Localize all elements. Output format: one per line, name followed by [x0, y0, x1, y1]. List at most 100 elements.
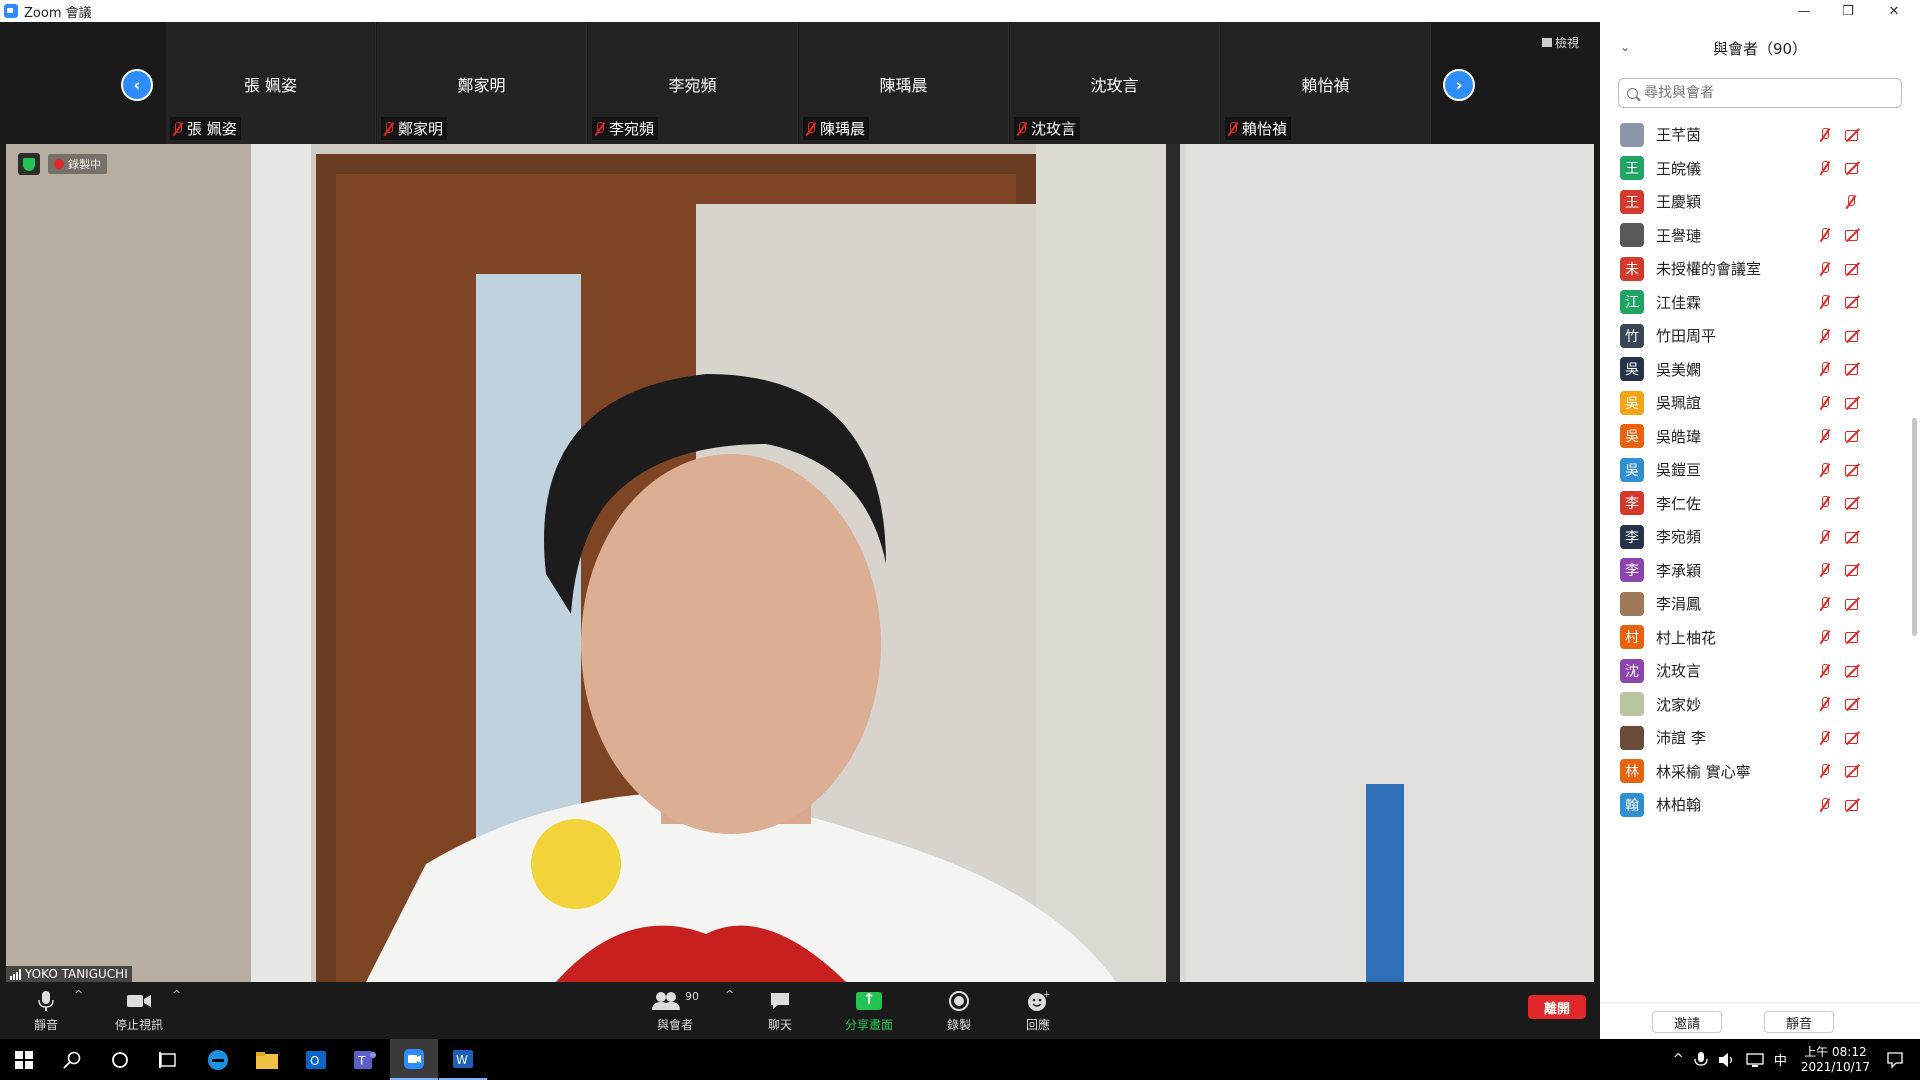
mic-muted-icon[interactable]	[1819, 596, 1831, 611]
microphone-tray-icon[interactable]	[1694, 1051, 1708, 1069]
search-input[interactable]	[1644, 85, 1884, 101]
video-off-icon[interactable]	[1845, 531, 1863, 543]
record-button[interactable]: 錄製	[914, 988, 1004, 1033]
speaker-volume-icon[interactable]	[1718, 1052, 1736, 1068]
participant-name: 李宛頻	[1656, 528, 1702, 546]
network-icon[interactable]	[1746, 1052, 1764, 1068]
participant-row[interactable]: 翰林柏翰	[1600, 784, 1912, 825]
video-off-icon[interactable]	[1845, 330, 1863, 342]
mic-muted-icon[interactable]	[1819, 496, 1831, 510]
mic-muted-icon[interactable]	[1819, 228, 1831, 242]
mic-muted-icon[interactable]	[1819, 730, 1831, 745]
tray-expand-icon[interactable]: ^	[1673, 1052, 1684, 1067]
video-off-icon[interactable]	[1845, 129, 1863, 141]
invite-button[interactable]: 邀請	[1652, 1011, 1722, 1033]
participants-options-caret[interactable]: ^	[725, 988, 734, 1001]
video-off-icon[interactable]	[1845, 564, 1863, 576]
mic-muted-icon[interactable]	[1819, 529, 1831, 544]
avatar-photo	[1620, 692, 1644, 716]
close-button[interactable]: ✕	[1874, 0, 1914, 22]
speaker-label: YOKO TANIGUCHI	[6, 966, 132, 982]
avatar: 吳	[1620, 390, 1644, 415]
video-off-icon[interactable]	[1845, 631, 1863, 643]
mic-muted-icon[interactable]	[1819, 295, 1831, 309]
avatar-photo	[1620, 725, 1644, 750]
video-off-icon[interactable]	[1845, 799, 1863, 811]
mic-muted-icon[interactable]	[1819, 563, 1831, 577]
zoom-app[interactable]	[390, 1039, 438, 1080]
participants-button[interactable]: 90 與會者	[630, 988, 720, 1033]
mic-muted-icon[interactable]	[1819, 462, 1831, 477]
video-off-icon[interactable]	[1845, 464, 1863, 476]
video-off-icon[interactable]	[1845, 363, 1863, 375]
restore-button[interactable]: ❐	[1828, 0, 1868, 22]
participant-tile[interactable]: 沈玫言 沈玫言	[1010, 22, 1220, 144]
mic-muted-icon[interactable]	[1819, 261, 1831, 276]
security-shield-icon[interactable]	[18, 153, 40, 175]
mic-muted-icon[interactable]	[1845, 194, 1857, 209]
mic-muted-icon[interactable]	[1819, 362, 1831, 376]
outlook-app[interactable]: O	[292, 1039, 340, 1080]
video-off-icon[interactable]	[1845, 430, 1863, 442]
panel-scrollbar[interactable]	[1912, 418, 1917, 636]
mic-muted-icon[interactable]	[1819, 328, 1831, 343]
mic-muted-icon[interactable]	[1819, 797, 1831, 812]
video-off-icon[interactable]	[1845, 497, 1863, 509]
recording-indicator[interactable]: 錄製中	[48, 154, 107, 174]
mic-muted-icon[interactable]	[1819, 697, 1831, 711]
ime-indicator[interactable]: 中	[1774, 1050, 1787, 1069]
participant-tile[interactable]: 陳瑀晨 陳瑀晨	[799, 22, 1009, 144]
teams-app[interactable]: T	[341, 1039, 389, 1080]
video-off-icon[interactable]	[1845, 397, 1863, 409]
chevron-down-icon[interactable]: ⌄	[1620, 40, 1630, 54]
participant-tile[interactable]: 鄭家明 鄭家明	[377, 22, 587, 144]
view-button[interactable]: 檢視	[1542, 34, 1579, 51]
video-off-icon[interactable]	[1845, 732, 1863, 744]
clock[interactable]: 上午 08:12 2021/10/17	[1801, 1045, 1870, 1075]
participant-name: 林采榆 實心寧	[1656, 762, 1751, 781]
mic-muted-icon[interactable]	[1819, 630, 1831, 644]
leave-button[interactable]: 離開	[1528, 995, 1586, 1019]
mic-muted-icon[interactable]	[1819, 127, 1831, 142]
strip-prev-button[interactable]: ‹	[121, 69, 153, 101]
mic-muted-icon[interactable]	[1819, 395, 1831, 410]
video-off-icon[interactable]	[1845, 665, 1863, 677]
video-off-icon[interactable]	[1845, 229, 1863, 241]
search-button[interactable]	[48, 1039, 96, 1080]
chat-button[interactable]: 聊天	[735, 988, 825, 1033]
mic-muted-icon[interactable]	[1819, 429, 1831, 443]
video-off-icon[interactable]	[1845, 263, 1863, 275]
video-off-icon[interactable]	[1845, 598, 1863, 610]
word-app[interactable]: W	[439, 1039, 487, 1080]
mic-muted-icon[interactable]	[1819, 663, 1831, 678]
stop-video-button[interactable]: 停止視訊	[94, 988, 184, 1033]
start-button[interactable]	[0, 1039, 48, 1080]
edge-app[interactable]	[194, 1039, 242, 1080]
participants-panel: ⌄ 與會者（90） 王芊茵王王皖儀王王慶穎王譽璉未未授權的會議室江江佳霖竹竹田周…	[1600, 22, 1920, 1039]
active-speaker-video: 錄製中 YOKO TANIGUCHI	[6, 144, 1594, 982]
video-options-caret[interactable]: ^	[172, 988, 181, 1001]
reactions-button[interactable]: + 回應	[993, 988, 1083, 1033]
video-off-icon[interactable]	[1845, 698, 1863, 710]
minimize-button[interactable]: —	[1784, 0, 1824, 22]
notifications-icon[interactable]	[1886, 1051, 1904, 1069]
participant-tile[interactable]: 張 姵姿 張 姵姿	[166, 22, 376, 144]
stop-video-label: 停止視訊	[114, 1018, 163, 1032]
participant-tile[interactable]: 賴怡禎 賴怡禎	[1221, 22, 1431, 144]
word-icon: W	[453, 1049, 473, 1068]
video-off-icon[interactable]	[1845, 296, 1863, 308]
audio-options-caret[interactable]: ^	[74, 988, 83, 1001]
task-view-button[interactable]	[144, 1039, 192, 1080]
mute-all-button[interactable]: 靜音	[1764, 1011, 1834, 1033]
share-screen-button[interactable]: 分享畫面	[824, 988, 914, 1033]
mic-muted-icon[interactable]	[1819, 161, 1831, 175]
video-off-icon[interactable]	[1845, 765, 1863, 777]
mic-muted-icon[interactable]	[1819, 764, 1831, 778]
participant-name: 沈家妙	[1656, 695, 1702, 714]
participant-search[interactable]	[1618, 78, 1902, 108]
file-explorer-app[interactable]	[243, 1039, 291, 1080]
strip-next-button[interactable]: ›	[1443, 69, 1475, 101]
participant-tile[interactable]: 李宛頻 李宛頻	[588, 22, 798, 144]
cortana-button[interactable]	[96, 1039, 144, 1080]
video-off-icon[interactable]	[1845, 162, 1863, 174]
